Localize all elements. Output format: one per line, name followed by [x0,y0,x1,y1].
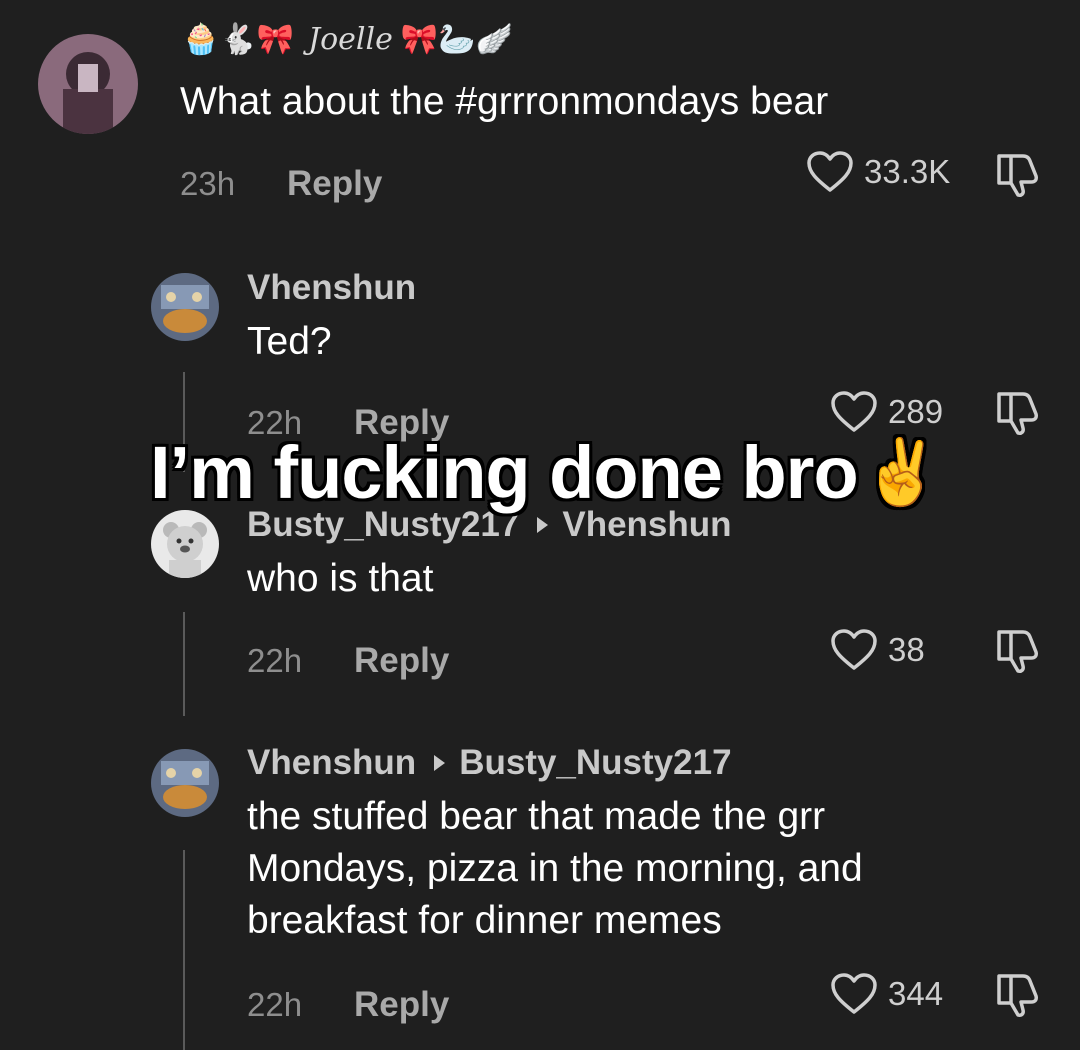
thumbs-down-icon [997,392,1038,435]
thumbs-down-icon [997,630,1038,673]
heart-icon [807,151,853,192]
reply-to-username[interactable]: Busty_Nusty217 [459,743,731,783]
comment-timestamp: 22h [247,986,303,1023]
comment-text: Ted? [247,320,332,363]
emoji-decoration: 🧁🐇🎀 [182,23,295,56]
emoji-decoration: 🎀🦢🪽 [400,23,513,56]
thumbs-down-icon [997,974,1038,1017]
like-button[interactable]: 289 [830,390,943,434]
heart-icon [831,391,877,432]
dislike-button[interactable] [993,388,1043,436]
username-label: Vhenshun [247,743,417,782]
reply-button[interactable]: Reply [354,641,449,681]
comment-text-line: the stuffed bear that made the grr [247,795,826,838]
avatar-photo [38,34,138,134]
comment-username[interactable]: 🧁🐇🎀 Joelle 🎀🦢🪽 [182,22,519,57]
like-button[interactable]: 344 [830,972,943,1016]
bear-avatar-icon [151,510,219,578]
comment-text-line: Mondays, pizza in the morning, and [247,847,863,890]
username-label: Vhenshun [247,268,417,307]
reply-button[interactable]: Reply [354,985,449,1025]
avatar[interactable] [151,510,219,578]
victory-hand-icon: ✌️ [861,436,942,510]
comments-screen: 🧁🐇🎀 Joelle 🎀🦢🪽 What about the #grrronmon… [0,0,1080,1050]
dislike-button[interactable] [993,970,1043,1018]
caption-overlay: I’m fucking done bro ✌️ [150,430,942,515]
thread-line [183,850,185,1050]
dislike-button[interactable] [993,626,1043,674]
thumbs-down-icon [997,154,1038,197]
like-count: 38 [888,631,925,668]
heart-icon [831,629,877,670]
comment-username[interactable]: Vhenshun [247,268,416,308]
comment-text-line: breakfast for dinner memes [247,899,722,942]
reply-button[interactable]: Reply [287,164,382,204]
avatar[interactable] [38,34,138,134]
comment-text: What about the #grrronmondays bear [180,80,829,123]
comment-text: who is that [247,557,434,600]
dislike-button[interactable] [993,150,1043,198]
like-count: 289 [888,393,944,430]
like-count: 33.3K [864,153,951,190]
like-button[interactable]: 33.3K [806,150,950,194]
heart-icon [831,973,877,1014]
comment-username[interactable]: Vhenshun Busty_Nusty217 [247,743,732,783]
caption-text: I’m fucking done bro [150,431,859,514]
avatar-photo [151,273,219,341]
comment-timestamp: 22h [247,642,303,679]
like-button[interactable]: 38 [830,628,925,672]
reply-arrow-icon [434,755,446,771]
thread-line [183,612,185,716]
avatar-photo [151,749,219,817]
avatar[interactable] [151,749,219,817]
reply-arrow-icon [537,517,549,533]
avatar[interactable] [151,273,219,341]
like-count: 344 [888,975,944,1012]
username-label: Joelle [308,22,393,57]
comment-text: the stuffed bear that made the grr Monda… [247,791,863,947]
comment-timestamp: 23h [180,165,236,202]
